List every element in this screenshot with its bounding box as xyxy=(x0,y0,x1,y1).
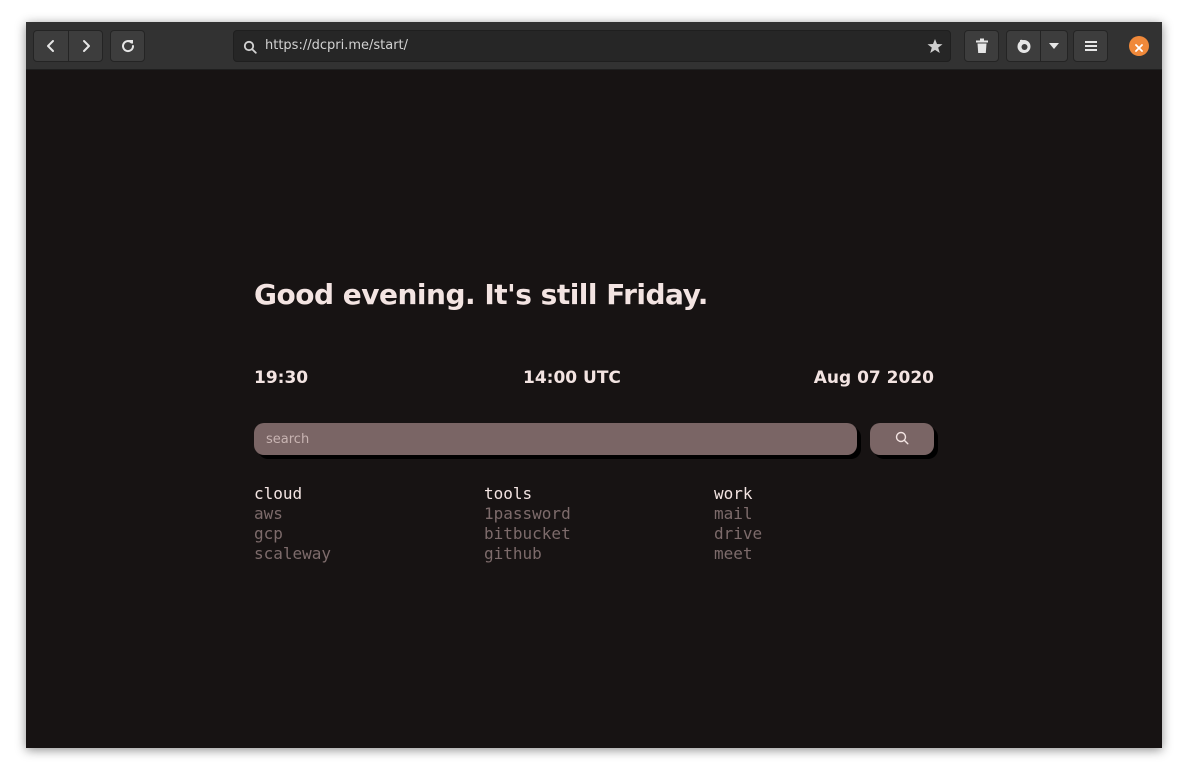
link-github[interactable]: github xyxy=(484,544,571,564)
reload-button[interactable] xyxy=(110,30,145,62)
bookmark-star-icon[interactable] xyxy=(927,38,943,58)
forward-button[interactable] xyxy=(68,30,103,62)
main-menu-button[interactable] xyxy=(1073,30,1108,62)
trash-icon xyxy=(975,38,989,54)
start-page: Good evening. It's still Friday. 19:30 1… xyxy=(26,70,1162,748)
url-bar[interactable]: https://dcpri.me/start/ xyxy=(233,30,951,62)
dropdown-arrow-icon xyxy=(1049,43,1059,49)
close-window-button[interactable] xyxy=(1129,36,1149,56)
link-mail[interactable]: mail xyxy=(714,504,762,524)
browser-window: https://dcpri.me/start/ Good evening. It… xyxy=(26,22,1162,748)
delete-button[interactable] xyxy=(964,30,999,62)
link-aws[interactable]: aws xyxy=(254,504,331,524)
link-1password[interactable]: 1password xyxy=(484,504,571,524)
link-meet[interactable]: meet xyxy=(714,544,762,564)
link-column-work: work mail drive meet xyxy=(714,484,762,564)
current-date: Aug 07 2020 xyxy=(813,368,934,388)
menu-icon xyxy=(1084,41,1097,51)
link-drive[interactable]: drive xyxy=(714,524,762,544)
local-time: 19:30 xyxy=(254,368,309,388)
close-icon xyxy=(1135,37,1143,56)
link-gcp[interactable]: gcp xyxy=(254,524,331,544)
link-column-cloud: cloud aws gcp scaleway xyxy=(254,484,331,564)
link-column-tools: tools 1password bitbucket github xyxy=(484,484,571,564)
firefox-menu-dropdown[interactable] xyxy=(1040,30,1068,62)
column-title: work xyxy=(714,484,753,503)
browser-toolbar: https://dcpri.me/start/ xyxy=(26,22,1162,70)
firefox-button[interactable] xyxy=(1006,30,1041,62)
back-icon xyxy=(44,39,58,53)
url-text: https://dcpri.me/start/ xyxy=(265,38,409,53)
column-title: tools xyxy=(484,484,533,503)
reload-icon xyxy=(120,38,136,54)
utc-time: 14:00 UTC xyxy=(523,368,621,388)
firefox-icon xyxy=(1016,38,1032,54)
search-input[interactable] xyxy=(254,423,857,455)
search-icon xyxy=(895,430,909,449)
greeting-heading: Good evening. It's still Friday. xyxy=(254,278,708,311)
forward-icon xyxy=(79,39,93,53)
back-button[interactable] xyxy=(33,30,69,62)
column-title: cloud xyxy=(254,484,303,503)
search-icon xyxy=(243,39,257,58)
search-button[interactable] xyxy=(870,423,934,455)
link-bitbucket[interactable]: bitbucket xyxy=(484,524,571,544)
link-scaleway[interactable]: scaleway xyxy=(254,544,331,564)
